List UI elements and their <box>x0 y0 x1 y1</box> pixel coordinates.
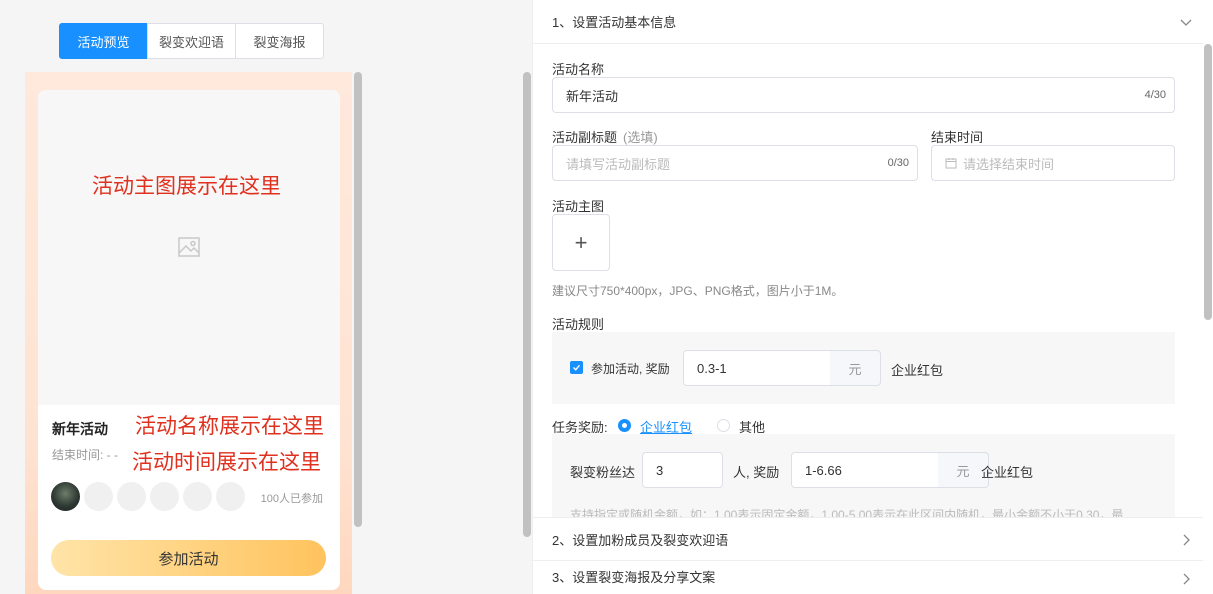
join-reward-label: 参加活动, 奖励 <box>591 362 670 376</box>
middle-scrollbar[interactable] <box>523 72 531 537</box>
basic-info-form: 活动名称 新年活动 4/30 活动副标题 (选填) 请填写活动副标题 0/30 结… <box>533 45 1203 517</box>
join-activity-button[interactable]: 参加活动 <box>51 540 326 576</box>
chevron-down-icon <box>1180 19 1192 26</box>
fission-count-value: 3 <box>656 462 664 478</box>
preview-scrollbar[interactable] <box>354 72 362 527</box>
activity-name-label: 活动名称 <box>552 62 605 77</box>
avatar <box>51 482 80 511</box>
yuan-unit: 元 <box>830 350 881 386</box>
preview-tabs: 活动预览 裂变欢迎语 裂变海报 <box>59 23 324 59</box>
chevron-right-icon <box>1183 573 1190 585</box>
activity-name-value: 新年活动 <box>566 88 619 104</box>
image-placeholder-icon <box>178 237 200 257</box>
image-upload-button[interactable]: + <box>552 214 610 271</box>
tab-fission-poster[interactable]: 裂变海报 <box>235 23 324 59</box>
end-time-picker[interactable]: 请选择结束时间 <box>931 145 1175 181</box>
red-packet-label: 企业红包 <box>981 465 1034 480</box>
check-icon <box>573 364 581 371</box>
activity-name-input[interactable]: 新年活动 4/30 <box>552 77 1175 113</box>
avatar-placeholder <box>216 482 245 511</box>
join-reward-input[interactable]: 0.3-1 <box>683 350 831 386</box>
tab-activity-preview[interactable]: 活动预览 <box>59 23 148 59</box>
activity-name: 新年活动 <box>52 421 108 437</box>
section-members-welcome-header[interactable]: 2、设置加粉成员及裂变欢迎语 <box>533 517 1203 561</box>
section-title: 3、设置裂变海报及分享文案 <box>552 570 716 585</box>
person-reward-label: 人, 奖励 <box>733 465 780 480</box>
tab-fission-welcome[interactable]: 裂变欢迎语 <box>147 23 236 59</box>
fission-reward-input[interactable]: 1-6.66 <box>791 452 939 488</box>
red-packet-label: 企业红包 <box>891 363 944 378</box>
task-reward-box: 裂变粉丝达 3 人, 奖励 1-6.66 元 企业红包 支持指定或随机金额，如：… <box>552 434 1175 517</box>
main-image-label: 活动主图 <box>552 199 605 214</box>
calendar-icon <box>945 158 957 169</box>
name-annotation: 活动名称展示在这里 <box>135 415 324 438</box>
rules-label: 活动规则 <box>552 317 605 332</box>
activity-end-time: 结束时间: - - <box>52 448 118 462</box>
fission-reach-label: 裂变粉丝达 <box>570 465 636 480</box>
section-title: 1、设置活动基本信息 <box>552 15 677 30</box>
time-annotation: 活动时间展示在这里 <box>132 451 321 474</box>
main-image-annotation: 活动主图展示在这里 <box>92 175 281 198</box>
subtitle-label: 活动副标题 (选填) <box>552 127 658 146</box>
subtitle-placeholder: 请填写活动副标题 <box>566 156 671 172</box>
join-reward-checkbox[interactable] <box>570 361 583 374</box>
activity-main-image-placeholder <box>38 90 340 405</box>
participant-avatars <box>51 482 249 511</box>
end-time-placeholder: 请选择结束时间 <box>963 156 1055 172</box>
rule-box: 参加活动, 奖励 0.3-1 元 企业红包 <box>552 332 1175 404</box>
section-title: 2、设置加粉成员及裂变欢迎语 <box>552 532 729 548</box>
avatar-placeholder <box>117 482 146 511</box>
fission-count-input[interactable]: 3 <box>642 452 723 488</box>
section-poster-share-header[interactable]: 3、设置裂变海报及分享文案 <box>533 561 1203 594</box>
optional-tag: (选填) <box>623 130 658 145</box>
radio-other[interactable] <box>717 419 730 432</box>
char-counter: 0/30 <box>887 157 909 169</box>
section-basic-info-header[interactable]: 1、设置活动基本信息 <box>533 0 1203 44</box>
end-time-label: 结束时间 <box>931 130 984 145</box>
radio-enterprise-red-packet[interactable] <box>618 419 631 432</box>
chevron-right-icon <box>1183 534 1190 546</box>
fission-reward-value: 1-6.66 <box>805 462 842 478</box>
form-scrollbar[interactable] <box>1204 44 1212 320</box>
plus-icon: + <box>574 229 588 255</box>
settings-panel: 1、设置活动基本信息 活动名称 新年活动 4/30 活动副标题 (选填) 请填写活… <box>532 0 1213 594</box>
join-reward-value: 0.3-1 <box>697 360 727 376</box>
avatar-placeholder <box>183 482 212 511</box>
char-counter: 4/30 <box>1144 89 1166 101</box>
phone-preview: 新年活动 结束时间: - - 100人已参加 参加活动 活动主图展示在这里 活动… <box>25 72 352 594</box>
subtitle-label-text: 活动副标题 <box>552 130 618 145</box>
amount-hint-text: 支持指定或随机金额，如：1.00表示固定金额，1.00-5.00表示在此区间内随… <box>570 508 1124 517</box>
joined-count: 100人已参加 <box>260 493 323 505</box>
subtitle-input[interactable]: 请填写活动副标题 0/30 <box>552 145 918 181</box>
avatar-placeholder <box>84 482 113 511</box>
image-size-hint: 建议尺寸750*400px，JPG、PNG格式，图片小于1M。 <box>552 284 844 298</box>
avatar-placeholder <box>150 482 179 511</box>
activity-card: 新年活动 结束时间: - - 100人已参加 参加活动 <box>38 90 340 590</box>
